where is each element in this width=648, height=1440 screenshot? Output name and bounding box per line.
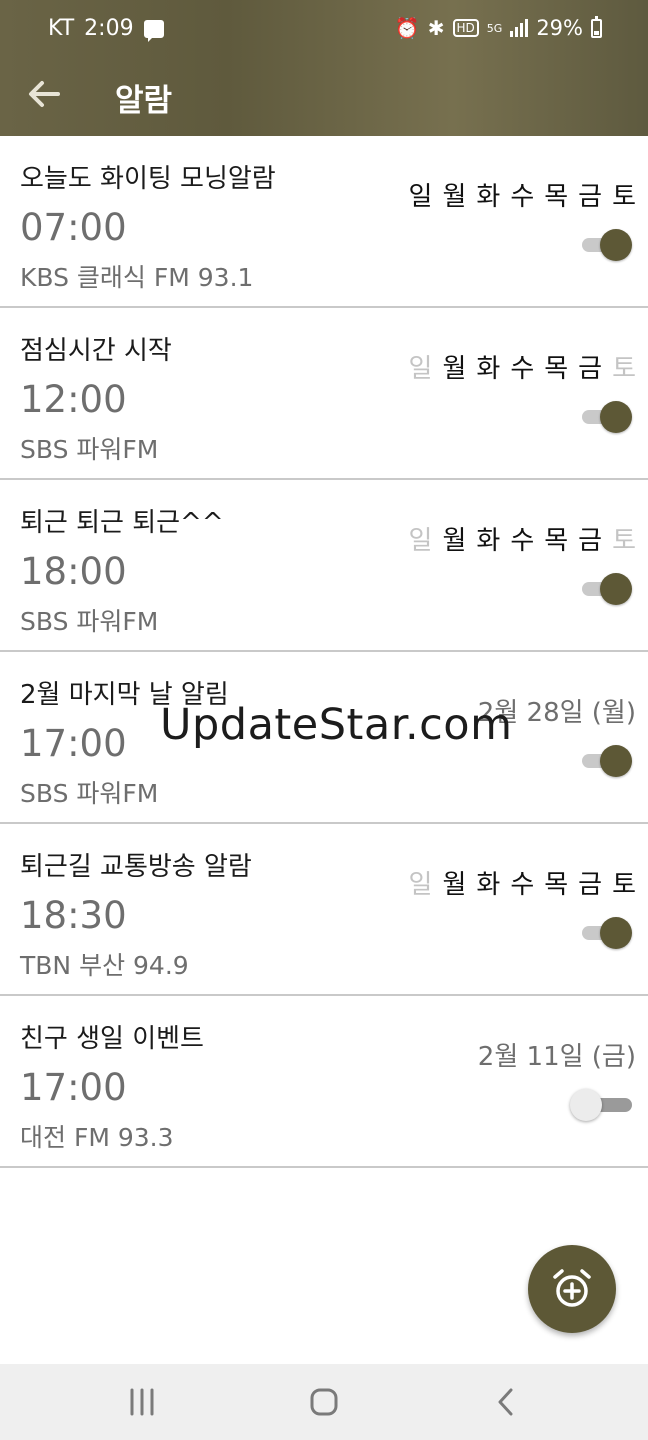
alarm-toggle[interactable] [582,572,632,606]
message-notification-icon [143,19,164,42]
day-tue: 화 [476,182,501,212]
carrier-label: KT [48,16,75,41]
alarm-row[interactable]: 점심시간 시작 12:00 SBS 파워FM 일 월 화 수 목 금 토 [0,308,648,480]
alarm-station: TBN 부산 94.9 [20,951,189,980]
alarm-row[interactable]: 친구 생일 이벤트 17:00 대전 FM 93.3 2월 11일 (금) [0,996,648,1168]
alarm-toggle[interactable] [582,916,632,950]
alarm-station: 대전 FM 93.3 [20,1123,174,1152]
day-sat: 토 [612,182,636,212]
status-right: ⏰ ✱ HD 5G 29% [394,15,602,40]
network-type-icon: 5G [486,21,503,35]
arrow-left-icon [29,81,60,107]
add-alarm-icon [553,1269,591,1307]
alarm-time: 07:00 [20,206,127,249]
day-fri: 금 [578,526,603,556]
alarm-time: 18:30 [20,894,127,937]
back-nav-button[interactable] [481,1382,531,1422]
chevron-left-icon [498,1388,513,1416]
day-tue: 화 [476,354,501,384]
app-bar: 알람 [0,58,648,136]
day-sun: 일 [408,354,433,384]
day-tue: 화 [476,526,501,556]
day-sat: 토 [612,526,636,556]
repeat-days: 일 월 화 수 목 금 토 [409,864,636,901]
battery-percent: 29% [536,16,583,40]
repeat-days: 일 월 화 수 목 금 토 [409,520,636,557]
day-sat: 토 [612,870,636,900]
home-icon [310,1388,338,1416]
bluetooth-icon: ✱ [427,16,445,40]
alarm-station: SBS 파워FM [20,607,159,636]
alarm-name: 오늘도 화이팅 모닝알람 [20,164,276,194]
home-button[interactable] [299,1382,349,1422]
day-tue: 화 [476,870,501,900]
alarm-name: 점심시간 시작 [20,336,172,366]
alarm-time: 12:00 [20,378,127,421]
day-wed: 수 [510,182,535,212]
day-sun: 일 [408,182,433,212]
alarm-toggle[interactable] [582,744,632,778]
day-thu: 목 [544,182,569,212]
alarm-time: 17:00 [20,1066,127,1109]
recent-apps-button[interactable] [117,1382,167,1422]
alarm-station: SBS 파워FM [20,435,159,464]
back-button[interactable] [22,72,66,116]
alarm-toggle[interactable] [570,1088,632,1122]
status-bar: KT 2:09 ⏰ ✱ HD 5G 29% [0,0,648,58]
day-mon: 월 [442,182,467,212]
alarm-clock-icon: ⏰ [394,16,420,40]
hd-voice-icon: HD [452,19,479,37]
day-sun: 일 [408,526,433,556]
day-wed: 수 [510,354,535,384]
alarm-station: KBS 클래식 FM 93.1 [20,263,254,292]
day-sat: 토 [612,354,636,384]
day-sun: 일 [408,870,433,900]
watermark: UpdateStar.com [160,700,513,750]
day-thu: 목 [544,526,569,556]
system-nav-bar [0,1364,648,1440]
alarm-name: 퇴근 퇴근 퇴근^^ [20,508,224,538]
alarm-list: 오늘도 화이팅 모닝알람 07:00 KBS 클래식 FM 93.1 일 월 화… [0,136,648,1168]
day-thu: 목 [544,354,569,384]
alarm-toggle[interactable] [582,400,632,434]
alarm-row[interactable]: 퇴근길 교통방송 알람 18:30 TBN 부산 94.9 일 월 화 수 목 … [0,824,648,996]
repeat-days: 일 월 화 수 목 금 토 [409,176,636,213]
top-bar: KT 2:09 ⏰ ✱ HD 5G 29% 알람 [0,0,648,136]
repeat-days: 일 월 화 수 목 금 토 [409,348,636,385]
day-mon: 월 [442,354,467,384]
page-title: 알람 [115,83,173,119]
day-fri: 금 [578,870,603,900]
battery-icon [591,15,602,38]
alarm-date: 2월 11일 (금) [477,1042,636,1072]
signal-strength-icon [510,19,529,37]
day-fri: 금 [578,354,603,384]
day-mon: 월 [442,870,467,900]
day-wed: 수 [510,526,535,556]
day-fri: 금 [578,182,603,212]
add-alarm-button[interactable] [528,1245,616,1333]
alarm-name: 친구 생일 이벤트 [20,1024,204,1054]
alarm-name: 퇴근길 교통방송 알람 [20,852,252,882]
alarm-time: 18:00 [20,550,127,593]
status-time: 2:09 [84,16,134,41]
alarm-row[interactable]: 퇴근 퇴근 퇴근^^ 18:00 SBS 파워FM 일 월 화 수 목 금 토 [0,480,648,652]
alarm-station: SBS 파워FM [20,779,159,808]
day-thu: 목 [544,870,569,900]
recent-apps-icon [130,1388,154,1416]
day-mon: 월 [442,526,467,556]
alarm-time: 17:00 [20,722,127,765]
status-left: KT 2:09 [48,16,164,42]
alarm-row[interactable]: 오늘도 화이팅 모닝알람 07:00 KBS 클래식 FM 93.1 일 월 화… [0,136,648,308]
day-wed: 수 [510,870,535,900]
alarm-toggle[interactable] [582,228,632,262]
